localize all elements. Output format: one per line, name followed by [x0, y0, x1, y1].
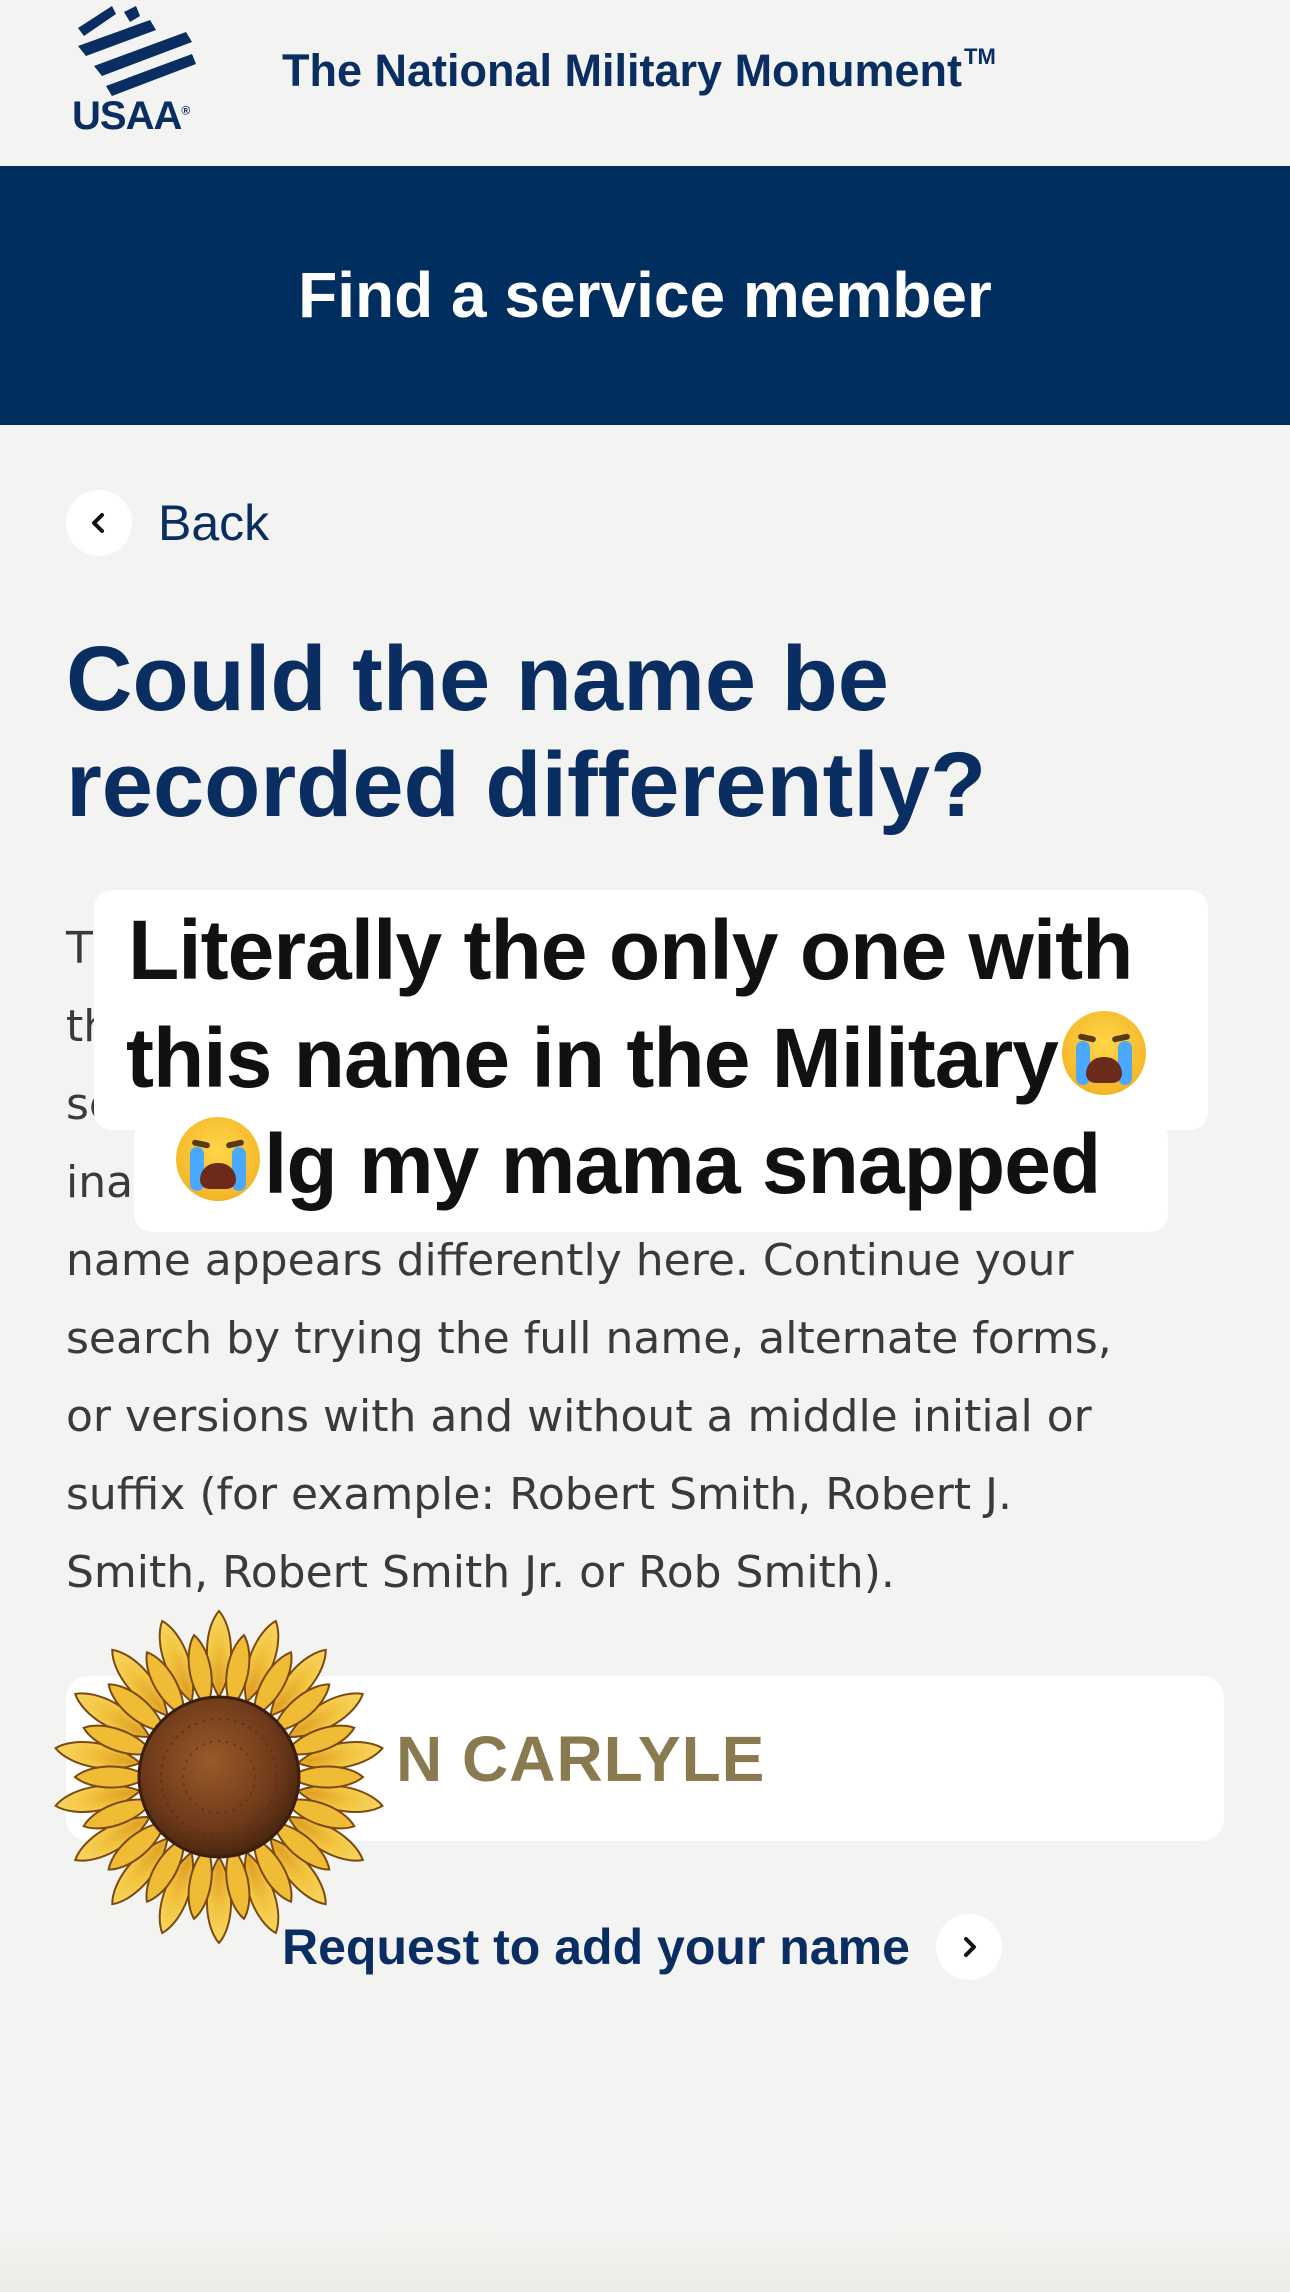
body-line: suffix (for example: Robert Smith, Rober… — [66, 1469, 1012, 1520]
body-line: or versions with and without a middle in… — [66, 1391, 1092, 1442]
page-banner: Find a service member — [0, 166, 1290, 425]
crying-face-emoji-icon — [1061, 1011, 1146, 1095]
banner-title: Find a service member — [298, 259, 992, 331]
body-line: search by trying the full name, alternat… — [66, 1313, 1112, 1364]
site-header: USAA® The National Military MonumentTM — [0, 0, 1290, 166]
logo-wordmark: USAA — [72, 94, 182, 138]
body-line: Smith, Robert Smith Jr. or Rob Smith). — [66, 1547, 895, 1598]
site-title-text: The National Military Monument — [282, 45, 963, 96]
trademark-mark: TM — [964, 44, 996, 69]
caption-line-3: lg my mama snapped — [172, 1116, 1101, 1213]
body-line: name appears differently here. Continue … — [66, 1235, 1074, 1286]
request-circle — [935, 1914, 1002, 1980]
request-add-name-link[interactable]: Request to add your name — [282, 1914, 1002, 1980]
registered-mark: ® — [181, 103, 191, 118]
chevron-right-icon — [963, 1937, 976, 1957]
bottom-fade — [0, 2230, 1290, 2292]
service-member-name: N CARLYLE — [396, 1723, 766, 1795]
eagle-logo-icon — [78, 6, 196, 96]
request-label: Request to add your name — [282, 1919, 910, 1975]
back-circle — [66, 490, 132, 556]
back-label: Back — [158, 495, 270, 551]
chevron-left-icon — [92, 513, 104, 533]
back-button[interactable]: Back — [66, 490, 269, 556]
sunflower-sticker-icon — [54, 1609, 384, 1945]
sunflower-center — [137, 1695, 301, 1859]
caption-line-3-text: lg my mama snapped — [264, 1117, 1101, 1211]
caption-line-2: this name in the Military — [126, 1010, 1150, 1107]
crying-face-emoji-icon — [176, 1117, 260, 1201]
caption-line-2-text: this name in the Military — [126, 1011, 1059, 1105]
site-title[interactable]: The National Military MonumentTM — [282, 44, 996, 97]
page-heading: Could the name be recorded differently? — [66, 628, 987, 836]
usaa-logo[interactable]: USAA® — [72, 6, 208, 138]
caption-line-1: Literally the only one with — [128, 903, 1133, 997]
